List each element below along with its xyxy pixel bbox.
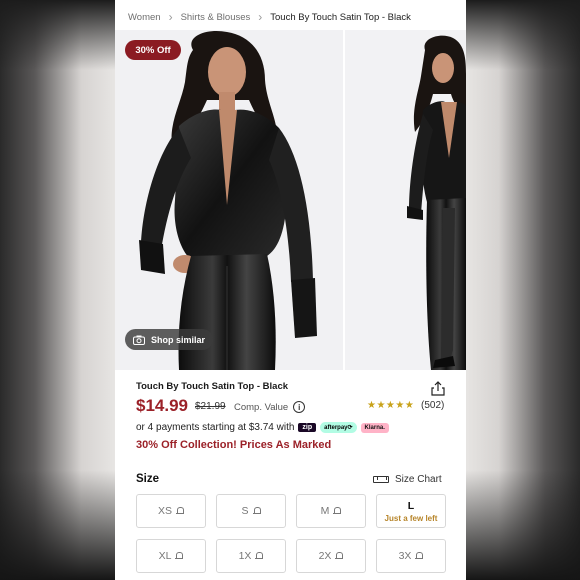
size-option-s[interactable]: S bbox=[216, 494, 286, 528]
product-photo-full[interactable] bbox=[345, 30, 466, 370]
shop-similar-button[interactable]: Shop similar bbox=[125, 329, 213, 350]
size-option-2x[interactable]: 2X bbox=[296, 539, 366, 573]
size-option-1x[interactable]: 1X bbox=[216, 539, 286, 573]
size-label-s: S bbox=[241, 505, 249, 517]
chevron-right-icon: › bbox=[168, 10, 173, 24]
shop-similar-label: Shop similar bbox=[151, 334, 206, 345]
compare-price: $21.99 bbox=[195, 401, 226, 412]
size-option-xl[interactable]: XL bbox=[136, 539, 206, 573]
review-count[interactable]: (502) bbox=[421, 400, 444, 411]
info-icon[interactable]: i bbox=[293, 401, 306, 413]
sale-price: $14.99 bbox=[136, 396, 188, 415]
size-label-l: L bbox=[407, 499, 415, 512]
bell-icon bbox=[252, 506, 261, 516]
zip-logo[interactable]: zip bbox=[298, 423, 317, 432]
bell-icon bbox=[255, 551, 264, 561]
chevron-right-icon: › bbox=[258, 10, 263, 24]
bell-icon bbox=[175, 551, 184, 561]
size-option-3x[interactable]: 3X bbox=[376, 539, 446, 573]
discount-badge: 30% Off bbox=[125, 40, 181, 60]
afterpay-logo[interactable]: afterpay⟳ bbox=[320, 422, 357, 433]
product-title: Touch By Touch Satin Top - Black bbox=[136, 381, 289, 392]
product-photo-front[interactable]: 30% Off Shop similar bbox=[115, 30, 343, 370]
bell-icon bbox=[333, 506, 342, 516]
size-heading: Size bbox=[136, 473, 160, 485]
comp-value-label: Comp. Value bbox=[234, 401, 289, 413]
size-label-2x: 2X bbox=[318, 550, 332, 562]
comp-value: Comp. Value i bbox=[234, 401, 306, 413]
rating-stars[interactable]: ★★★★★ bbox=[367, 400, 414, 411]
product-gallery[interactable]: 30% Off Shop similar bbox=[115, 30, 466, 370]
bell-icon bbox=[176, 506, 184, 516]
size-label-m: M bbox=[320, 505, 330, 517]
breadcrumb: Women › Shirts & Blouses › Touch By Touc… bbox=[128, 10, 411, 24]
installments-row: or 4 payments starting at $3.74 with zip… bbox=[136, 422, 389, 433]
size-option-l[interactable]: L Just a few left bbox=[376, 494, 446, 528]
size-label-xl: XL bbox=[158, 550, 172, 562]
breadcrumb-shirts-blouses[interactable]: Shirts & Blouses bbox=[181, 12, 251, 23]
size-chart-label: Size Chart bbox=[395, 474, 442, 485]
model-full-illustration bbox=[407, 35, 466, 370]
klarna-logo[interactable]: Klarna. bbox=[360, 422, 389, 433]
model-illustration bbox=[139, 30, 317, 370]
ruler-icon bbox=[373, 476, 389, 483]
breadcrumb-current: Touch By Touch Satin Top - Black bbox=[270, 11, 411, 23]
size-label-1x: 1X bbox=[238, 550, 252, 562]
product-page: Women › Shirts & Blouses › Touch By Touc… bbox=[115, 0, 466, 580]
breadcrumb-women[interactable]: Women bbox=[128, 12, 161, 23]
camera-icon bbox=[133, 335, 145, 345]
installments-text: or 4 payments starting at $3.74 with bbox=[136, 422, 295, 433]
size-option-xs[interactable]: XS bbox=[136, 494, 206, 528]
promo-message: 30% Off Collection! Prices As Marked bbox=[136, 439, 332, 451]
size-label-3x: 3X bbox=[398, 550, 412, 562]
bell-icon bbox=[415, 551, 424, 561]
bell-icon bbox=[335, 551, 344, 561]
size-option-m[interactable]: M bbox=[296, 494, 366, 528]
size-chart-link[interactable]: Size Chart bbox=[373, 474, 442, 485]
share-icon[interactable] bbox=[431, 381, 445, 396]
low-stock-note: Just a few left bbox=[384, 513, 438, 523]
size-label-xs: XS bbox=[157, 505, 172, 517]
